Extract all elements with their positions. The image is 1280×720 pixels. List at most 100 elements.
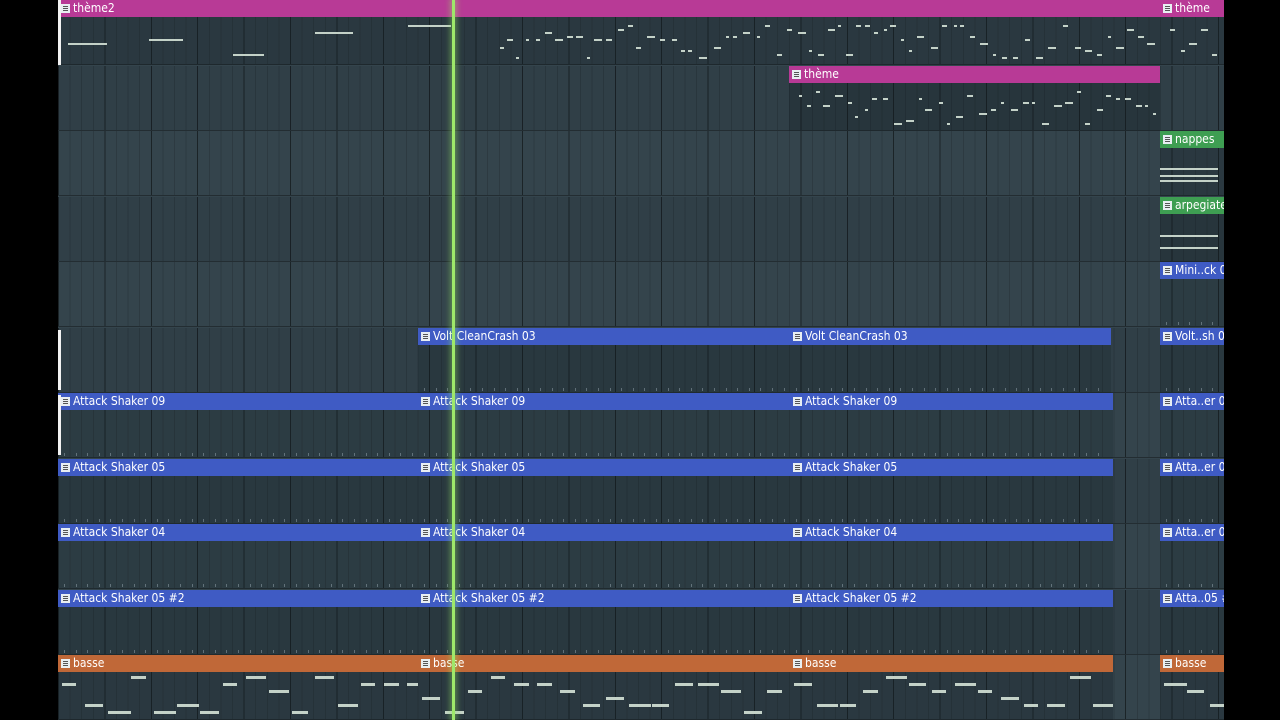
clip-header[interactable]: nappes — [1160, 131, 1224, 148]
track-lane[interactable] — [58, 197, 1224, 262]
clip-menu-icon[interactable] — [793, 594, 802, 603]
playlist-clip[interactable]: Attack Shaker 04 — [58, 524, 418, 589]
playlist-clip[interactable]: Attack Shaker 09 — [58, 393, 418, 458]
clip-menu-icon[interactable] — [421, 659, 430, 668]
clip-header[interactable]: Volt..sh 03 — [1160, 328, 1224, 345]
clip-header[interactable]: basse — [58, 655, 418, 672]
clip-header[interactable]: Atta..er 09 — [1160, 393, 1224, 410]
clip-header[interactable]: Attack Shaker 09 — [58, 393, 418, 410]
clip-header[interactable]: Atta..05 #2 — [1160, 590, 1224, 607]
clip-menu-icon[interactable] — [793, 528, 802, 537]
clip-header[interactable]: Attack Shaker 05 #2 — [790, 590, 1113, 607]
playlist-clip[interactable]: Attack Shaker 09 — [790, 393, 1113, 458]
clip-header[interactable]: Attack Shaker 04 — [58, 524, 418, 541]
note — [1093, 704, 1113, 707]
playlist-clip[interactable]: Volt..sh 03 — [1160, 328, 1224, 393]
clip-menu-icon[interactable] — [793, 397, 802, 406]
playlist-clip[interactable]: Mini..ck 05 — [1160, 262, 1224, 327]
playlist-clip[interactable]: arpegiateur — [1160, 197, 1224, 262]
track-lane[interactable] — [58, 131, 1224, 196]
clip-header[interactable]: Attack Shaker 05 — [58, 459, 418, 476]
playlist-clip[interactable]: Attack Shaker 05 #2 — [418, 590, 790, 655]
clip-header[interactable]: Attack Shaker 05 #2 — [418, 590, 790, 607]
waveform-tick — [238, 650, 239, 653]
clip-menu-icon[interactable] — [1163, 135, 1172, 144]
clip-header[interactable]: Attack Shaker 04 — [790, 524, 1113, 541]
clip-header[interactable]: Volt CleanCrash 03 — [790, 328, 1111, 345]
playlist-clip[interactable]: Volt CleanCrash 03 — [418, 328, 790, 393]
playlist-clip[interactable]: Attack Shaker 04 — [418, 524, 790, 589]
playlist-clip[interactable]: Atta..05 #2 — [1160, 590, 1224, 655]
playlist-clip[interactable]: Atta..er 04 — [1160, 524, 1224, 589]
clip-menu-icon[interactable] — [61, 4, 70, 13]
clip-menu-icon[interactable] — [421, 463, 430, 472]
clip-menu-icon[interactable] — [1163, 397, 1172, 406]
clip-menu-icon[interactable] — [1163, 332, 1172, 341]
clip-header[interactable]: Attack Shaker 09 — [790, 393, 1113, 410]
clip-header[interactable]: Attack Shaker 04 — [418, 524, 790, 541]
clip-header[interactable]: Volt CleanCrash 03 — [418, 328, 790, 345]
clip-menu-icon[interactable] — [1163, 463, 1172, 472]
clip-header[interactable]: basse — [418, 655, 790, 672]
clip-menu-icon[interactable] — [1163, 659, 1172, 668]
playlist-clip[interactable]: Attack Shaker 09 — [418, 393, 790, 458]
clip-menu-icon[interactable] — [61, 528, 70, 537]
playlist-clip[interactable]: Attack Shaker 05 — [58, 459, 418, 524]
clip-header[interactable]: Attack Shaker 05 — [790, 459, 1113, 476]
clip-header[interactable]: Atta..er 04 — [1160, 524, 1224, 541]
clip-menu-icon[interactable] — [421, 332, 430, 341]
clip-header[interactable]: Attack Shaker 09 — [418, 393, 790, 410]
clip-header[interactable]: basse — [790, 655, 1113, 672]
playlist-clip[interactable]: Atta..er 05 — [1160, 459, 1224, 524]
playlist-clip[interactable]: Attack Shaker 04 — [790, 524, 1113, 589]
clip-body — [418, 476, 790, 524]
clip-menu-icon[interactable] — [1163, 266, 1172, 275]
clip-menu-icon[interactable] — [793, 463, 802, 472]
playlist-clip[interactable]: Attack Shaker 05 — [790, 459, 1113, 524]
clip-menu-icon[interactable] — [61, 463, 70, 472]
clip-header[interactable]: basse — [1160, 655, 1224, 672]
playlist-clip[interactable]: thème — [789, 66, 1160, 131]
playlist-clip[interactable]: Attack Shaker 05 #2 — [790, 590, 1113, 655]
clip-menu-icon[interactable] — [421, 594, 430, 603]
clip-menu-icon[interactable] — [1163, 4, 1172, 13]
clip-menu-icon[interactable] — [421, 528, 430, 537]
clip-menu-icon[interactable] — [61, 397, 70, 406]
note — [1170, 28, 1175, 31]
note — [629, 704, 651, 707]
playlist-clip[interactable]: basse — [790, 655, 1113, 720]
clip-header[interactable]: Attack Shaker 05 #2 — [58, 590, 418, 607]
playlist-clip[interactable]: basse — [418, 655, 790, 720]
clip-menu-icon[interactable] — [793, 659, 802, 668]
playlist-arrangement[interactable]: thème2 thème thème nappes arpegiateur Mini..c… — [58, 0, 1224, 720]
track-lane[interactable] — [58, 262, 1224, 327]
clip-header[interactable]: thème — [789, 66, 1160, 83]
clip-menu-icon[interactable] — [61, 594, 70, 603]
clip-menu-icon[interactable] — [421, 397, 430, 406]
clip-menu-icon[interactable] — [792, 70, 801, 79]
playlist-clip[interactable]: thème — [1160, 0, 1224, 65]
playlist-clip[interactable]: Attack Shaker 05 #2 — [58, 590, 418, 655]
playlist-clip[interactable]: Volt CleanCrash 03 — [790, 328, 1111, 393]
clip-menu-icon[interactable] — [793, 332, 802, 341]
clip-header[interactable]: thème — [1160, 0, 1224, 17]
playlist-clip[interactable]: Atta..er 09 — [1160, 393, 1224, 458]
playlist-clip[interactable]: basse — [58, 655, 418, 720]
clip-header[interactable]: Atta..er 05 — [1160, 459, 1224, 476]
clip-menu-icon[interactable] — [1163, 201, 1172, 210]
clip-menu-icon[interactable] — [1163, 528, 1172, 537]
playhead-position-marker[interactable] — [452, 0, 455, 720]
playlist-clip[interactable]: basse — [1160, 655, 1224, 720]
note — [567, 35, 573, 38]
clip-header[interactable]: Mini..ck 05 — [1160, 262, 1224, 279]
clip-header[interactable]: arpegiateur — [1160, 197, 1224, 214]
clip-header[interactable]: thème2 — [58, 0, 1160, 17]
clip-label: Attack Shaker 09 — [433, 394, 526, 408]
clip-menu-icon[interactable] — [61, 659, 70, 668]
playlist-clip[interactable]: Attack Shaker 05 — [418, 459, 790, 524]
playlist-clip[interactable]: thème2 — [58, 0, 1160, 65]
clip-menu-icon[interactable] — [1163, 594, 1172, 603]
waveform-tick — [621, 584, 622, 587]
clip-header[interactable]: Attack Shaker 05 — [418, 459, 790, 476]
playlist-clip[interactable]: nappes — [1160, 131, 1224, 196]
